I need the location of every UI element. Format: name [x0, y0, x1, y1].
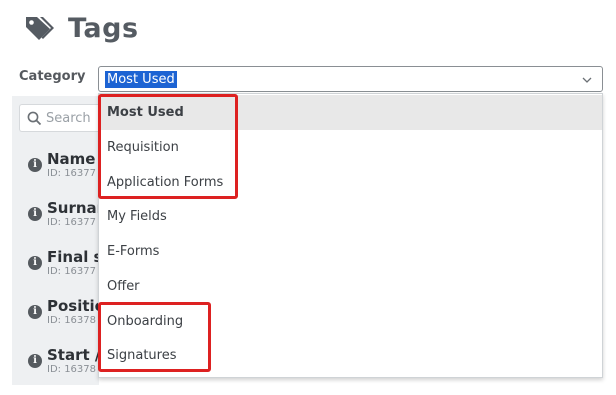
option-onboarding[interactable]: Onboarding [99, 304, 602, 339]
field-id: ID: 16377 [47, 266, 97, 277]
option-application-forms[interactable]: Application Forms [99, 165, 602, 200]
field-id: ID: 16378 [47, 364, 97, 375]
field-id: ID: 16377 [47, 217, 97, 228]
info-icon[interactable]: i [28, 256, 42, 270]
category-dropdown: Most Used Requisition Application Forms … [98, 93, 603, 378]
field-item[interactable]: i Final st ID: 16377 [28, 248, 98, 282]
tags-icon [26, 17, 54, 40]
field-item[interactable]: i Start / ID: 16378 [28, 346, 98, 380]
field-id: ID: 16378 [47, 315, 97, 326]
option-my-fields[interactable]: My Fields [99, 199, 602, 234]
info-icon[interactable]: i [28, 305, 42, 319]
page-header: Tags [24, 10, 139, 46]
field-name: Positio [47, 297, 98, 315]
option-e-forms[interactable]: E-Forms [99, 234, 602, 269]
info-icon[interactable]: i [28, 354, 42, 368]
category-select[interactable]: Most Used [98, 66, 603, 92]
info-icon[interactable]: i [28, 158, 42, 172]
option-signatures[interactable]: Signatures [99, 338, 602, 373]
field-name: Start / [47, 346, 98, 364]
field-item[interactable]: i Name ID: 16377 [28, 150, 98, 184]
field-item[interactable]: i Surnar ID: 16377 [28, 199, 98, 233]
category-label: Category [19, 69, 86, 84]
search-icon [27, 111, 42, 126]
info-icon[interactable]: i [28, 207, 42, 221]
option-most-used[interactable]: Most Used [99, 95, 602, 130]
search-placeholder: Search [46, 111, 91, 126]
search-input[interactable]: Search [19, 104, 101, 132]
field-id: ID: 16377 [47, 168, 97, 179]
chevron-down-icon[interactable] [582, 76, 592, 84]
fields-panel [12, 96, 99, 385]
field-item[interactable]: i Positio ID: 16378 [28, 297, 98, 331]
page-title: Tags [68, 12, 139, 44]
field-name: Name [47, 150, 96, 168]
option-offer[interactable]: Offer [99, 269, 602, 304]
field-name: Final st [47, 248, 98, 266]
field-name: Surnar [47, 199, 98, 217]
option-requisition[interactable]: Requisition [99, 130, 602, 165]
category-selected-value[interactable]: Most Used [105, 71, 177, 88]
